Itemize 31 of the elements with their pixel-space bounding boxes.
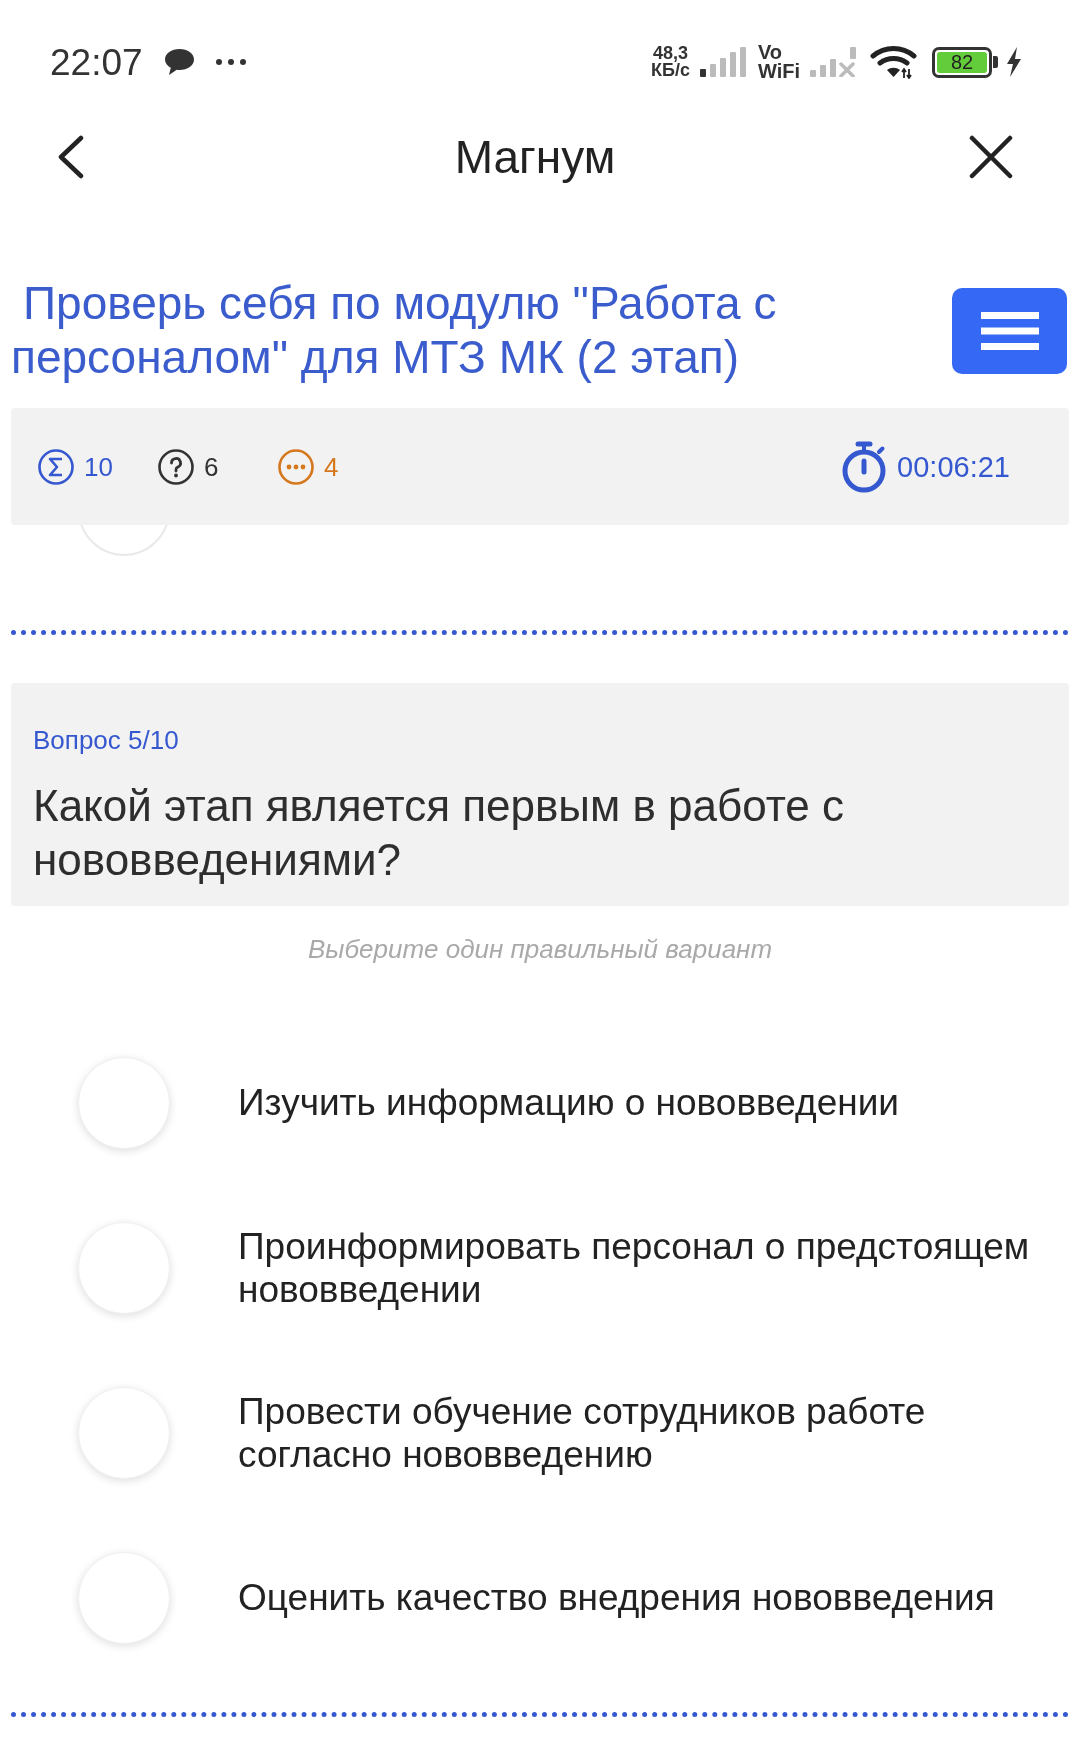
question-counter: Вопрос 5/10 xyxy=(33,725,179,755)
signal-bars-icon xyxy=(699,47,746,77)
back-button[interactable] xyxy=(56,134,86,180)
wifi-calling-label: Vo xyxy=(757,43,784,62)
clock-time: 22:07 xyxy=(50,43,143,81)
stat-count: 4 xyxy=(324,451,339,482)
no-signal-icon xyxy=(810,47,857,77)
close-button[interactable] xyxy=(968,134,1014,180)
timer-value: 00:06:21 xyxy=(897,449,1010,484)
menu-icon xyxy=(980,312,1039,350)
battery-indicator: 82 xyxy=(932,46,998,78)
chat-bubble-icon xyxy=(163,48,195,76)
test-title: Проверь себя по модулю "Работа с персоналом" для МТЗ МК (2 этап) xyxy=(11,276,778,384)
more-dots-icon xyxy=(215,59,246,65)
wifi-icon xyxy=(870,45,917,79)
option-label[interactable]: Проинформировать персонал о предстоящем нововведении xyxy=(238,1224,1056,1311)
back-chevron-icon xyxy=(57,135,85,179)
network-speed-unit: КБ/с xyxy=(651,62,690,79)
option-label[interactable]: Оценить качество внедрения нововведения xyxy=(238,1576,995,1619)
menu-button[interactable] xyxy=(952,288,1067,374)
option-label[interactable]: Провести обучение сотрудников работе согласно нововведению xyxy=(238,1389,1056,1476)
question-text: Какой этап является первым в работе с нововведениями? xyxy=(33,780,846,886)
stat-count: 10 xyxy=(84,451,113,482)
stat-count: 6 xyxy=(204,451,219,482)
answer-hint: Выберите один правильный вариант xyxy=(307,933,773,965)
network-speed: 48,3 xyxy=(652,45,688,62)
wifi-calling-label: WiFi xyxy=(757,62,800,81)
option-label[interactable]: Изучить информацию о нововведении xyxy=(238,1081,899,1124)
charging-bolt-icon xyxy=(1006,47,1022,77)
page-title: Магнум xyxy=(454,131,616,183)
close-icon xyxy=(969,135,1013,179)
